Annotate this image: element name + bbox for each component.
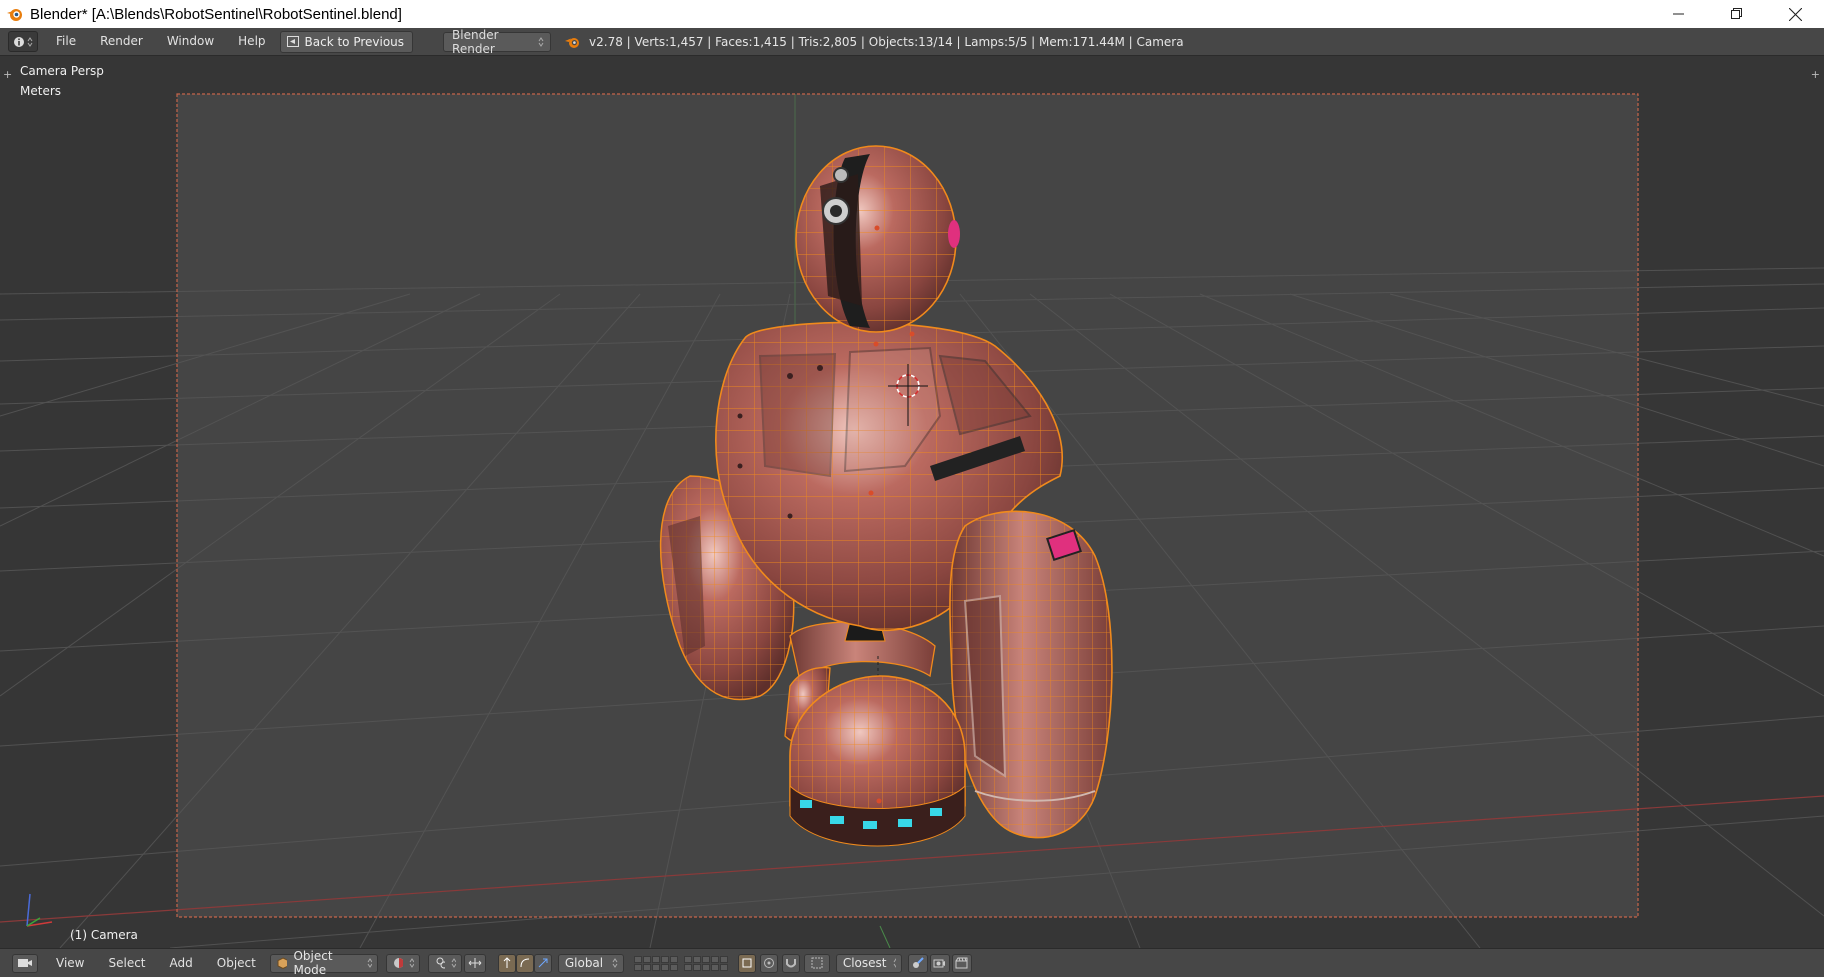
editor-type-selector[interactable] [8,31,38,52]
menu-file[interactable]: File [44,28,88,55]
rotate-arc-icon [520,958,529,968]
chevron-updown-icon [27,36,33,47]
3d-view-header: View Select Add Object Object Mode Globa… [0,948,1824,977]
close-button[interactable] [1766,0,1824,28]
minimize-icon [1673,13,1684,15]
proportional-edit-icon [763,958,774,968]
snap-target-value: Closest [842,956,887,970]
window-title: Blender* [A:\Blends\RobotSentinel\RobotS… [30,5,402,23]
chevron-updown-icon [409,958,414,968]
window-title-bar: Blender* [A:\Blends\RobotSentinel\RobotS… [0,0,1824,28]
screen-back-icon [286,36,299,47]
object-mode-cube-icon [277,957,288,969]
back-to-previous-button[interactable]: Back to Previous [279,30,414,53]
layer-lock-icon [742,958,752,968]
scale-manipulator-button[interactable] [533,953,552,973]
render-engine-select[interactable]: Blender Render [443,28,552,56]
3d-viewport[interactable]: Camera Persp Meters (1) Camera + + [0,56,1824,948]
chevron-updown-icon [539,36,544,47]
lock-layers-button[interactable] [737,953,756,973]
transform-orientation-select[interactable]: Global [557,953,624,973]
manipulator-icon [468,958,482,968]
3d-view-icon [18,959,32,967]
scene-layers-group-2[interactable] [683,955,728,971]
scene-layers-group-1[interactable] [633,955,678,971]
clapperboard-icon [955,957,968,969]
minimize-button[interactable] [1650,0,1708,28]
scene-statistics: v2.78 | Verts:1,457 | Faces:1,415 | Tris… [589,34,1184,49]
scale-arrow-icon [538,958,548,968]
proportional-editing-button[interactable] [759,953,778,973]
blender-logo-icon [565,37,580,48]
interaction-mode-select[interactable]: Object Mode [269,949,378,977]
render-engine-value: Blender Render [452,27,499,56]
info-header: File Render Window Help Back to Previous… [0,28,1824,56]
pivot-point-select[interactable] [427,953,462,973]
menu-window[interactable]: Window [155,28,226,55]
properties-panel-toggle-icon[interactable]: + [1811,68,1820,81]
material-shading-icon [393,958,403,968]
transform-orientation-value: Global [564,956,604,970]
active-object-label: (1) Camera [70,928,138,942]
menu-add[interactable]: Add [158,950,205,977]
menu-render[interactable]: Render [88,28,155,55]
translate-manipulator-button[interactable] [497,953,516,973]
snap-element-select[interactable] [803,953,830,973]
editor-type-selector[interactable] [12,953,38,973]
close-icon [1788,7,1802,21]
chevron-updown-icon [451,958,456,968]
opengl-render-clapper-button[interactable] [951,953,972,973]
snap-toggle-button[interactable] [781,953,800,973]
blender-logo-icon [7,9,22,21]
chevron-updown-icon [893,958,896,968]
menu-help[interactable]: Help [226,28,277,55]
pivot-point-icon [436,957,446,969]
back-to-previous-label: Back to Previous [304,34,405,49]
menu-select[interactable]: Select [96,950,157,977]
tool-shelf-toggle-icon[interactable]: + [3,68,12,81]
restore-icon [1731,8,1742,19]
chevron-updown-icon [367,958,372,968]
opengl-render-animation-button[interactable] [929,953,950,973]
unit-system-label: Meters [20,84,62,98]
translate-arrow-icon [503,957,511,968]
snap-increment-icon [811,957,823,969]
rotate-manipulator-button[interactable] [515,953,534,973]
menu-view[interactable]: View [44,950,96,977]
chevron-updown-icon [612,958,618,968]
interaction-mode-value: Object Mode [293,949,333,977]
viewport-shading-select[interactable] [385,953,420,973]
magnet-icon [785,959,796,968]
view-name-label: Camera Persp [20,64,104,78]
camera-icon [933,959,946,968]
menu-object[interactable]: Object [205,950,268,977]
robot-base-dome[interactable] [789,675,966,847]
snap-target-select[interactable]: Closest [835,953,902,973]
info-icon [14,36,24,47]
restore-button[interactable] [1708,0,1766,28]
opengl-render-image-button[interactable] [907,953,928,973]
viewport-scene[interactable] [0,56,1824,948]
manipulator-toggle-button[interactable] [463,953,486,973]
render-still-icon [912,957,924,968]
